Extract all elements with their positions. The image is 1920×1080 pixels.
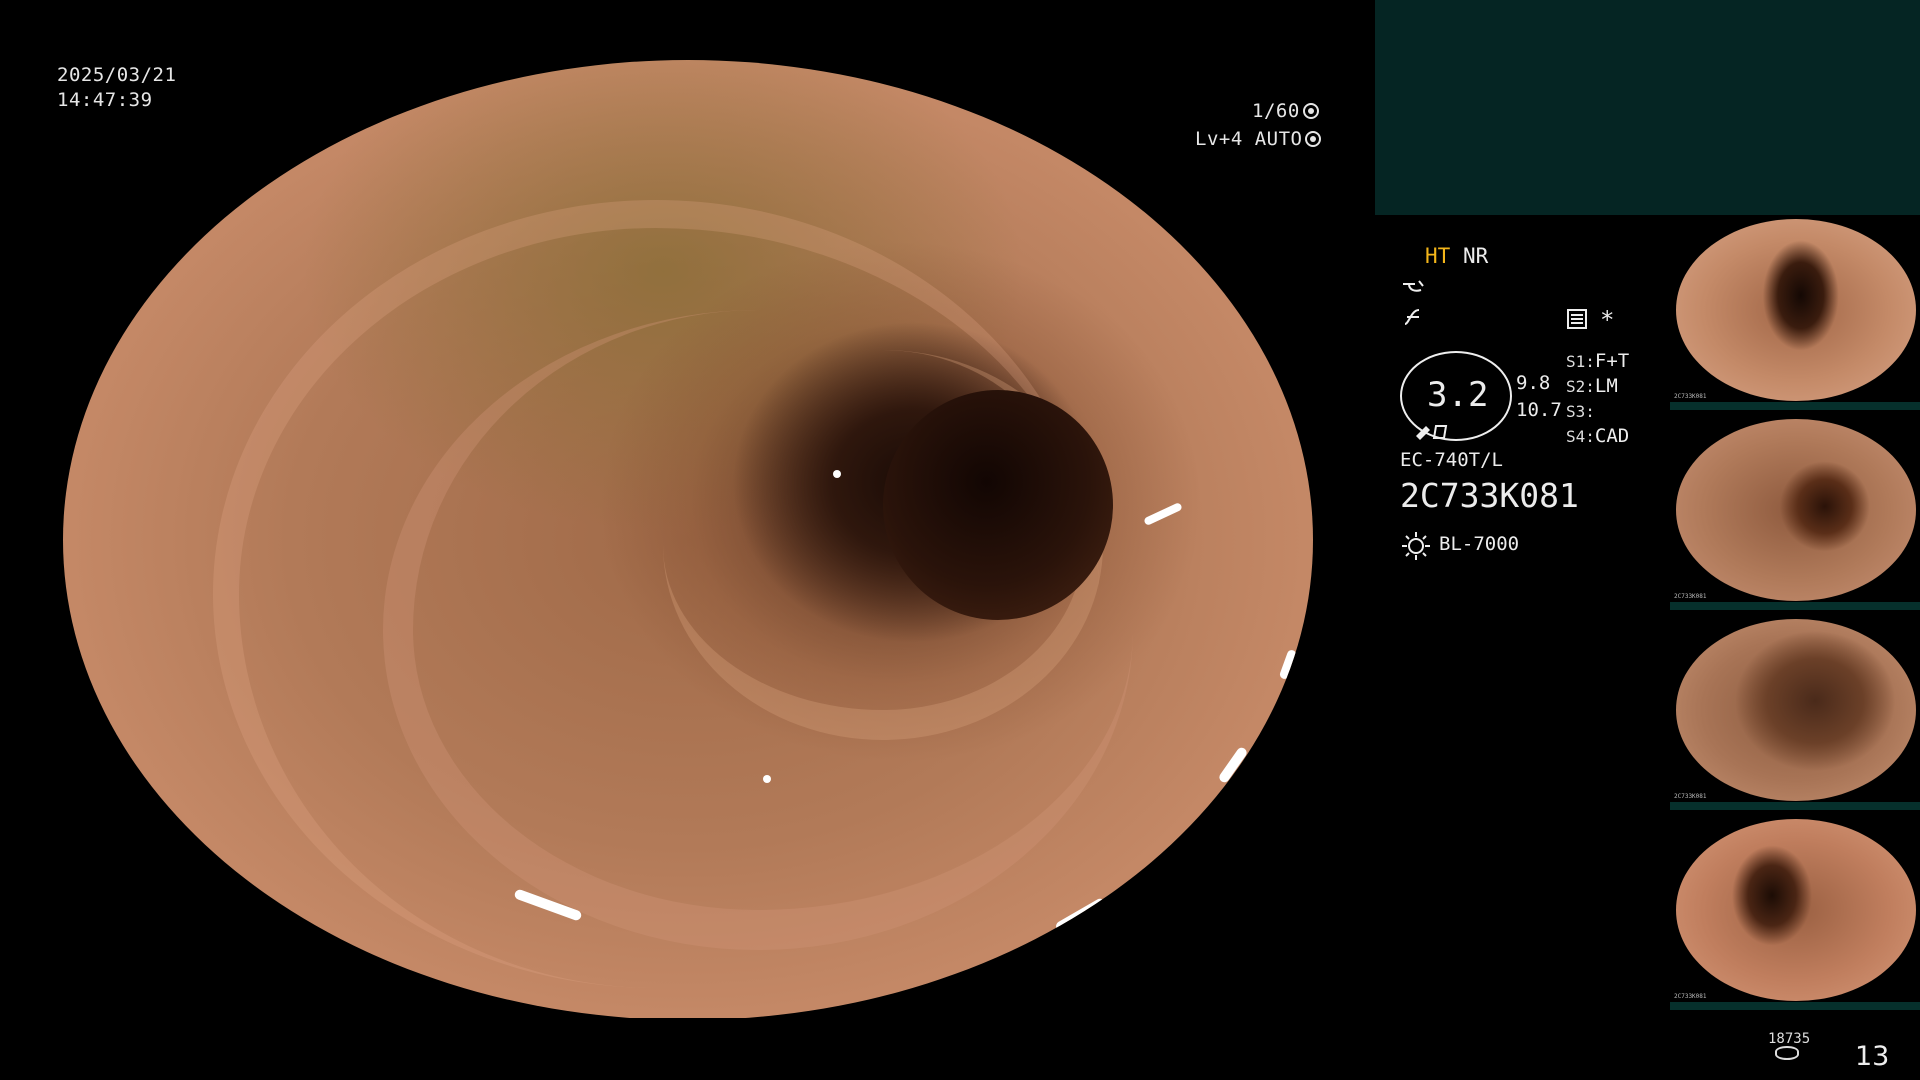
sun-icon: [1402, 532, 1430, 560]
thumbnail-image: [1676, 219, 1916, 401]
thumbnail-image: [1676, 419, 1916, 601]
switch-value: CAD: [1594, 425, 1630, 447]
pencil-icon: [1416, 425, 1448, 440]
switch-label: S4:: [1566, 427, 1595, 446]
light-source: BL-7000: [1439, 533, 1520, 555]
switch-label: S3:: [1566, 402, 1595, 421]
switch-label: S2:: [1566, 377, 1595, 396]
specular-highlight: [1143, 501, 1183, 527]
scope-serial: 2C733K081: [1400, 476, 1579, 515]
thumbnail-image: [1676, 619, 1916, 801]
exposure-readout: Lv+4 AUTO: [1195, 128, 1322, 150]
endoscope-main-view: 2025/03/21 14:47:39 1/60 Lv+4 AUTO: [0, 0, 1375, 1080]
storage-count: 18735: [1768, 1031, 1811, 1047]
view-mask: [0, 0, 1375, 60]
thumbnail-serial: 2C733K081: [1674, 993, 1707, 1000]
capture-date: 2025/03/21: [57, 64, 177, 86]
specular-highlight: [1278, 648, 1298, 681]
switch-item: S4:CAD: [1566, 425, 1629, 447]
specular-highlight: [1054, 896, 1107, 934]
switch-item: S2:LM: [1566, 375, 1618, 397]
nr-indicator: NR: [1463, 244, 1489, 268]
shutter-value: 1/60: [1252, 100, 1300, 122]
scope-model: EC-740T/L: [1400, 449, 1503, 471]
level-value: Lv+4: [1195, 128, 1243, 150]
settings-panel-icon: [1567, 309, 1587, 329]
shutter-readout: 1/60: [1252, 100, 1319, 122]
iris-icon: [1305, 131, 1322, 147]
thumbnail-3[interactable]: 2C733K081: [1670, 615, 1920, 810]
thumbnail-image: [1676, 819, 1916, 1001]
thumbnail-strip: [1670, 602, 1920, 610]
thumbnail-strip: [1670, 802, 1920, 810]
thumbnail-strip: [1670, 402, 1920, 410]
view-mask: [0, 1018, 1375, 1080]
disk-icon: [1775, 1046, 1799, 1060]
specular-highlight: [763, 775, 771, 783]
endoscope-image: [63, 60, 1313, 1020]
sub-value-2: 10.7: [1516, 399, 1562, 421]
thumbnail-4[interactable]: 2C733K081: [1670, 815, 1920, 1010]
specular-highlight: [1217, 745, 1249, 785]
switch-value: F+T: [1594, 350, 1630, 372]
sub-value-1: 9.8: [1516, 372, 1551, 394]
switch-item: S3:: [1566, 400, 1595, 422]
thumbnail-1[interactable]: 2C733K081: [1670, 215, 1920, 410]
thumbnail-serial: 2C733K081: [1674, 393, 1707, 400]
thumbnail-serial: 2C733K081: [1674, 793, 1707, 800]
switch-label: S1:: [1566, 352, 1595, 371]
ht-indicator: HT: [1425, 244, 1451, 268]
frame-number: 13: [1855, 1041, 1890, 1072]
specular-highlight: [833, 470, 841, 478]
squiggle-icon: [1403, 280, 1424, 292]
info-panel-top: [1375, 0, 1920, 215]
brightness-value: 3.2: [1427, 375, 1489, 415]
thumbnail-2[interactable]: 2C733K081: [1670, 415, 1920, 610]
thumbnail-column: 2C733K081 2C733K081 2C733K081 2C733K081: [1670, 215, 1920, 1015]
f-curve-icon: [1404, 309, 1420, 325]
mode-value: AUTO: [1254, 128, 1303, 150]
asterisk-icon: *: [1600, 306, 1615, 334]
capture-time: 14:47:39: [57, 89, 153, 111]
thumbnail-strip: [1670, 1002, 1920, 1010]
switch-item: S1:F+T: [1566, 350, 1629, 372]
aperture-icon: [1302, 103, 1319, 119]
thumbnail-serial: 2C733K081: [1674, 593, 1707, 600]
lumen: [883, 390, 1113, 620]
switch-value: LM: [1594, 375, 1618, 397]
specular-highlight: [1167, 830, 1219, 881]
